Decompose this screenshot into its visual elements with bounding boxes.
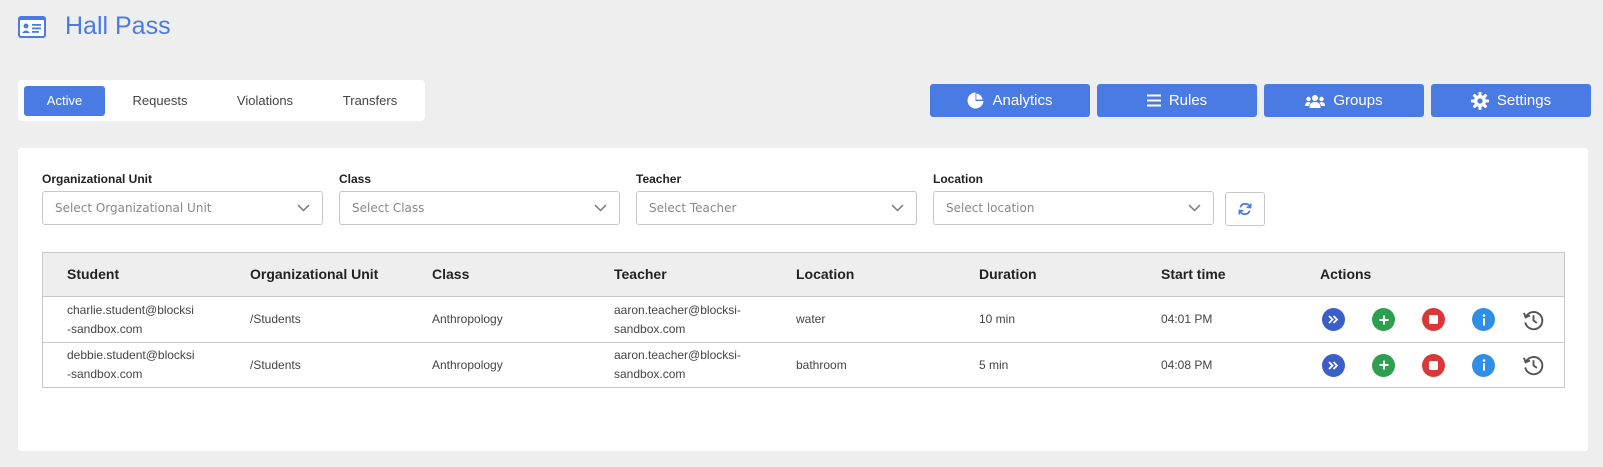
rules-button[interactable]: Rules <box>1097 84 1257 117</box>
history-icon <box>1523 310 1544 330</box>
header-start-time[interactable]: Start time <box>1137 265 1296 284</box>
stop-icon <box>1429 315 1438 324</box>
rules-label: Rules <box>1168 92 1208 109</box>
location-placeholder: Select location <box>946 201 1035 215</box>
settings-button[interactable]: Settings <box>1431 84 1591 117</box>
list-icon <box>1146 94 1161 107</box>
teacher-select[interactable]: Select Teacher <box>636 191 917 225</box>
chevron-down-icon <box>891 204 904 212</box>
location-filter: Location Select location <box>933 172 1214 225</box>
analytics-button[interactable]: Analytics <box>930 84 1090 117</box>
filter-bar: Organizational Unit Select Organizationa… <box>42 172 1230 225</box>
tab-active[interactable]: Active <box>24 85 105 116</box>
org-unit-filter: Organizational Unit Select Organizationa… <box>42 172 323 225</box>
refresh-button[interactable] <box>1225 192 1265 226</box>
class-filter: Class Select Class <box>339 172 620 225</box>
toolbar: Analytics Rules Groups Settings <box>930 84 1591 117</box>
location-label: Location <box>933 172 983 186</box>
info-button[interactable] <box>1472 353 1495 377</box>
location-cell: water <box>796 312 826 326</box>
history-button[interactable] <box>1522 308 1545 331</box>
header-actions: Actions <box>1320 266 1372 282</box>
tab-violations[interactable]: Violations <box>215 86 315 116</box>
header-duration[interactable]: Duration <box>955 265 1137 284</box>
info-icon <box>1482 359 1485 371</box>
extend-button[interactable] <box>1372 353 1395 377</box>
student-cell: debbie.student@blocksi-sandbox.com <box>67 348 195 381</box>
tab-requests[interactable]: Requests <box>105 86 215 116</box>
org-unit-placeholder: Select Organizational Unit <box>55 201 212 215</box>
org-unit-cell: /Students <box>250 312 301 326</box>
class-label: Class <box>339 172 372 186</box>
passes-table: Student Organizational Unit Class Teache… <box>42 252 1565 388</box>
table-row: debbie.student@blocksi-sandbox.com /Stud… <box>43 342 1564 387</box>
duration-cell: 5 min <box>979 357 1009 372</box>
start-time-cell: 04:01 PM <box>1161 312 1213 326</box>
refresh-icon <box>1238 202 1252 216</box>
actions-cell <box>1296 308 1564 331</box>
header-location[interactable]: Location <box>772 265 955 284</box>
info-button[interactable] <box>1472 308 1495 331</box>
table-header: Student Organizational Unit Class Teache… <box>43 253 1564 297</box>
groups-button[interactable]: Groups <box>1264 84 1424 117</box>
end-pass-button[interactable] <box>1422 353 1445 377</box>
history-button[interactable] <box>1522 354 1545 377</box>
users-icon <box>1305 94 1326 108</box>
tab-transfers[interactable]: Transfers <box>315 86 425 116</box>
analytics-label: Analytics <box>992 92 1053 109</box>
duration-cell: 10 min <box>979 312 1016 326</box>
chevron-down-icon <box>594 204 607 212</box>
teacher-placeholder: Select Teacher <box>649 201 737 215</box>
transfer-button[interactable] <box>1322 308 1345 331</box>
extend-button[interactable] <box>1372 308 1395 331</box>
actions-cell <box>1296 353 1564 377</box>
teacher-cell: aaron.teacher@blocksi-sandbox.com <box>614 302 741 336</box>
plus-icon <box>1379 315 1388 324</box>
teacher-filter: Teacher Select Teacher <box>636 172 917 225</box>
gear-icon <box>1470 91 1489 110</box>
header-teacher[interactable]: Teacher <box>590 265 772 284</box>
location-select[interactable]: Select location <box>933 191 1214 225</box>
stop-icon <box>1429 360 1438 370</box>
org-unit-select[interactable]: Select Organizational Unit <box>42 191 323 225</box>
class-cell: Anthropology <box>432 357 503 372</box>
double-chevron-right-icon <box>1328 315 1339 324</box>
settings-label: Settings <box>1496 92 1552 109</box>
org-unit-label: Organizational Unit <box>42 172 153 186</box>
org-unit-cell: /Students <box>250 357 301 372</box>
teacher-label: Teacher <box>636 172 682 186</box>
header-student[interactable]: Student <box>43 265 226 284</box>
table-row: charlie.student@blocksi-sandbox.com /Stu… <box>43 297 1564 342</box>
page-title: Hall Pass <box>65 12 171 40</box>
pie-chart-icon <box>968 92 984 109</box>
groups-label: Groups <box>1333 92 1383 109</box>
id-card-icon <box>18 14 48 40</box>
info-icon <box>1482 313 1485 326</box>
double-chevron-right-icon <box>1328 360 1339 370</box>
location-cell: bathroom <box>796 357 847 372</box>
start-time-cell: 04:08 PM <box>1161 357 1213 372</box>
tab-bar: Active Requests Violations Transfers <box>18 80 425 121</box>
end-pass-button[interactable] <box>1422 308 1445 331</box>
chevron-down-icon <box>297 204 310 212</box>
header-class[interactable]: Class <box>408 265 590 284</box>
class-select[interactable]: Select Class <box>339 191 620 225</box>
class-cell: Anthropology <box>432 312 503 326</box>
plus-icon <box>1379 360 1388 370</box>
app-header: Hall Pass <box>18 12 171 41</box>
student-cell: charlie.student@blocksi-sandbox.com <box>67 302 194 336</box>
class-placeholder: Select Class <box>352 201 425 215</box>
history-icon <box>1523 356 1544 376</box>
teacher-cell: aaron.teacher@blocksi-sandbox.com <box>614 348 741 381</box>
transfer-button[interactable] <box>1322 353 1345 377</box>
main-card: Organizational Unit Select Organizationa… <box>18 148 1588 451</box>
header-org-unit[interactable]: Organizational Unit <box>226 265 408 284</box>
chevron-down-icon <box>1188 204 1201 212</box>
